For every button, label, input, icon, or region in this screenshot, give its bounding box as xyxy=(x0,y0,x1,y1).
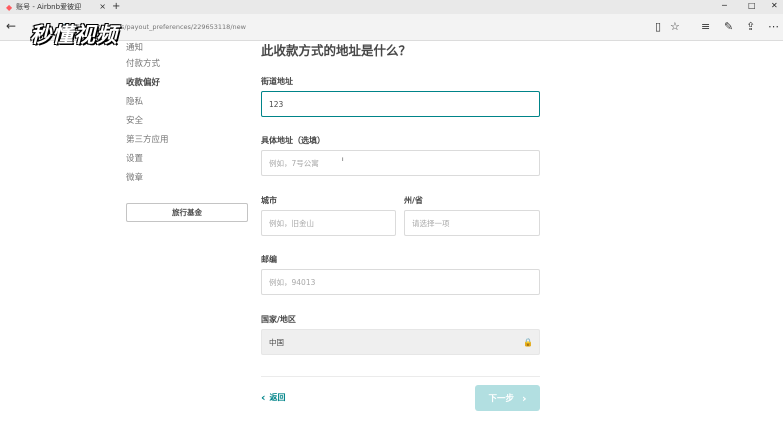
sidebar-item-settings[interactable]: 设置 xyxy=(126,150,169,169)
browser-tab[interactable]: ◆ 账号 - Airbnb爱彼迎 × xyxy=(0,0,110,14)
reading-view-icon[interactable]: ▯ xyxy=(655,20,661,33)
chevron-left-icon: ‹ xyxy=(261,391,266,404)
zip-label: 邮编 xyxy=(261,255,277,264)
apt-label: 具体地址（选填） xyxy=(261,136,325,145)
sidebar-item-security[interactable]: 安全 xyxy=(126,112,169,131)
maximize-icon[interactable]: □ xyxy=(748,1,756,10)
country-value: 中国 xyxy=(269,337,284,347)
new-tab-button[interactable]: + xyxy=(112,1,120,12)
url-path: /users/payout_preferences/229653118/new xyxy=(104,23,246,31)
hub-icon[interactable]: ≡ xyxy=(701,20,710,33)
zip-input[interactable] xyxy=(261,269,540,295)
form-divider xyxy=(261,376,540,377)
account-sidebar: 通知 付款方式 收款偏好 隐私 安全 第三方应用 设置 微章 xyxy=(126,42,169,188)
country-field: 中国 🔒 xyxy=(261,329,540,355)
state-select[interactable] xyxy=(404,210,540,236)
back-link[interactable]: ‹ 返回 xyxy=(261,391,286,404)
state-label: 州/省 xyxy=(404,196,423,205)
country-label: 国家/地区 xyxy=(261,315,296,324)
minimize-icon[interactable]: ─ xyxy=(722,1,727,10)
tab-title: 账号 - Airbnb爱彼迎 xyxy=(16,3,82,11)
share-icon[interactable]: ⇪ xyxy=(746,20,755,33)
next-button[interactable]: 下一步 › xyxy=(475,385,540,411)
text-cursor-icon: ᵢ xyxy=(342,154,344,164)
page-title: 此收款方式的地址是什么？ xyxy=(261,43,412,58)
watermark-text: 秒懂视频 xyxy=(30,23,118,47)
tab-close-icon[interactable]: × xyxy=(99,2,106,11)
apt-address-input[interactable] xyxy=(261,150,540,176)
browser-titlebar: ◆ 账号 - Airbnb爱彼迎 × + ─ □ ✕ xyxy=(0,0,783,14)
back-label: 返回 xyxy=(269,393,286,402)
street-address-input[interactable] xyxy=(261,91,540,117)
address-bar[interactable]: 🔒 airbnb.cn /users/payout_preferences/22… xyxy=(60,18,640,36)
sidebar-item-payment-methods[interactable]: 付款方式 xyxy=(126,55,169,74)
sidebar-item-payout-preferences[interactable]: 收款偏好 xyxy=(126,74,169,93)
back-arrow-icon[interactable]: ← xyxy=(6,19,16,33)
lock-icon: 🔒 xyxy=(523,338,533,347)
chevron-right-icon: › xyxy=(521,391,527,405)
city-label: 城市 xyxy=(261,196,277,205)
travel-credit-button[interactable]: 旅行基金 xyxy=(126,203,248,222)
city-input[interactable] xyxy=(261,210,396,236)
street-label: 街道地址 xyxy=(261,77,293,86)
pen-icon[interactable]: ✎ xyxy=(724,20,733,33)
sidebar-item-badges[interactable]: 微章 xyxy=(126,169,169,188)
next-label: 下一步 xyxy=(488,394,514,404)
video-watermark: 秒懂视频 xyxy=(30,19,118,49)
more-icon[interactable]: ⋯ xyxy=(768,20,779,33)
sidebar-item-privacy[interactable]: 隐私 xyxy=(126,93,169,112)
sidebar-item-third-party-apps[interactable]: 第三方应用 xyxy=(126,131,169,150)
airbnb-logo-icon: ◆ xyxy=(6,2,13,12)
favorite-star-icon[interactable]: ☆ xyxy=(670,20,680,33)
sidebar-item-notifications[interactable]: 通知 xyxy=(126,42,169,55)
window-close-icon[interactable]: ✕ xyxy=(771,1,778,10)
